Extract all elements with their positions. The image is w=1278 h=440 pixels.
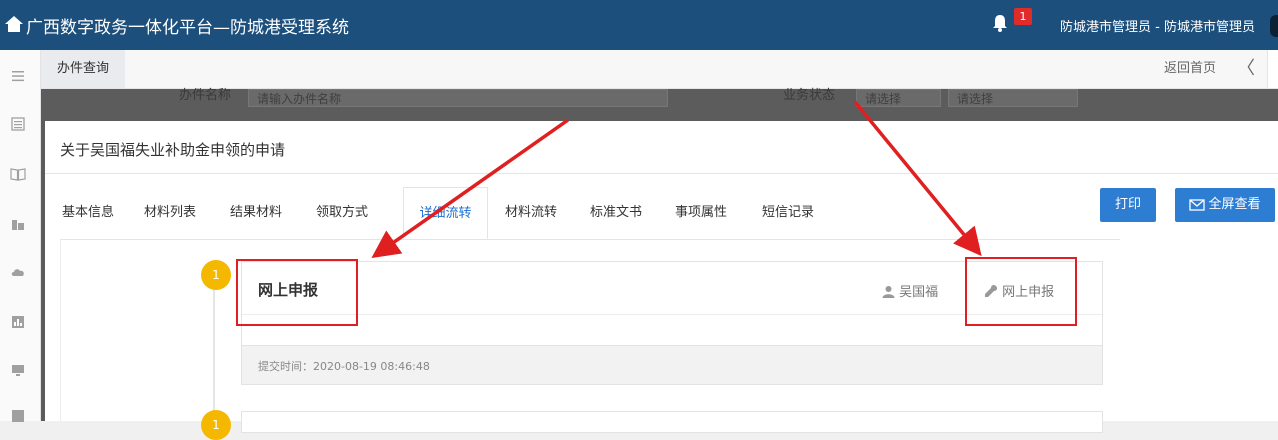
timeline-line	[213, 279, 215, 421]
step-footer: 提交时间：2020-08-19 08:46:48	[242, 345, 1102, 384]
return-home-link[interactable]: 返回首页	[1164, 50, 1216, 88]
home-icon[interactable]	[4, 14, 24, 34]
book-icon[interactable]	[10, 166, 26, 182]
tab-basic-info[interactable]: 基本信息	[60, 187, 116, 239]
submit-time: 提交时间：2020-08-19 08:46:48	[258, 360, 430, 373]
step-badge: 1	[201, 410, 231, 440]
left-sidebar	[0, 50, 41, 424]
tab-pickup-method[interactable]: 领取方式	[314, 187, 370, 239]
tab-case-query[interactable]: 办件查询	[41, 50, 125, 88]
fullscreen-button[interactable]: 全屏查看	[1175, 188, 1275, 222]
annotation-box-action	[965, 257, 1077, 326]
tab-item-attributes[interactable]: 事项属性	[673, 187, 729, 239]
top-bar: 广西数字政务一体化平台—防城港受理系统 1 防城港市管理员 - 防城港市管理员	[0, 0, 1278, 50]
timeline-step-card	[241, 411, 1103, 433]
cloud-icon[interactable]	[10, 264, 26, 280]
status-label: 业务状态	[783, 88, 836, 103]
chart-icon[interactable]	[10, 314, 26, 330]
report-icon[interactable]	[10, 408, 26, 424]
tab-result-materials[interactable]: 结果材料	[228, 187, 284, 239]
annotation-box-title	[236, 259, 358, 326]
user-icon	[882, 286, 895, 298]
case-name-label: 办件名称	[179, 88, 232, 103]
divider	[45, 173, 1278, 174]
tab-material-flow[interactable]: 材料流转	[503, 187, 559, 239]
step-user: 吴国福	[882, 281, 938, 300]
print-button-label: 打印	[1114, 197, 1141, 212]
menu-icon[interactable]	[10, 68, 26, 84]
case-detail-modal: 关于吴国福失业补助金申领的申请 基本信息 材料列表 结果材料 领取方式 详细流转…	[45, 121, 1278, 440]
notification-badge[interactable]: 1	[1014, 8, 1032, 25]
fullscreen-button-label: 全屏查看	[1208, 197, 1261, 212]
tab-detailed-flow[interactable]: 详细流转	[403, 187, 488, 239]
bell-icon[interactable]	[992, 14, 1008, 32]
monitor-icon[interactable]	[10, 362, 26, 378]
tab-material-list[interactable]: 材料列表	[142, 187, 198, 239]
status-select-secondary[interactable]: 请选择	[948, 89, 1078, 107]
timeline: 1 网上申报 吴国福 网上申报 提交时间：2020-08-19 08:46:48…	[60, 239, 1121, 440]
tab-standard-documents[interactable]: 标准文书	[588, 187, 644, 239]
user-menu[interactable]: 防城港市管理员 - 防城港市管理员	[1060, 16, 1255, 35]
list-icon[interactable]	[10, 116, 26, 132]
chevron-left-icon[interactable]: 〈	[1237, 50, 1255, 88]
print-button[interactable]: 打印	[1100, 188, 1156, 222]
modal-title: 关于吴国福失业补助金申领的申请	[60, 141, 286, 159]
detail-tab-bar: 基本信息 材料列表 结果材料 领取方式 详细流转 材料流转 标准文书 事项属性 …	[60, 187, 1120, 240]
status-select[interactable]: 请选择	[856, 89, 941, 107]
building-icon[interactable]	[10, 216, 26, 232]
step-badge: 1	[201, 260, 231, 290]
app-title: 广西数字政务一体化平台—防城港受理系统	[26, 18, 349, 38]
case-name-input[interactable]: 请输入办件名称	[248, 89, 668, 107]
mail-icon	[1189, 198, 1206, 211]
chevron-right-icon[interactable]	[1267, 50, 1278, 88]
user-avatar-edge[interactable]	[1270, 15, 1278, 37]
step-user-name: 吴国福	[899, 285, 939, 300]
tab-sms-records[interactable]: 短信记录	[760, 187, 816, 239]
